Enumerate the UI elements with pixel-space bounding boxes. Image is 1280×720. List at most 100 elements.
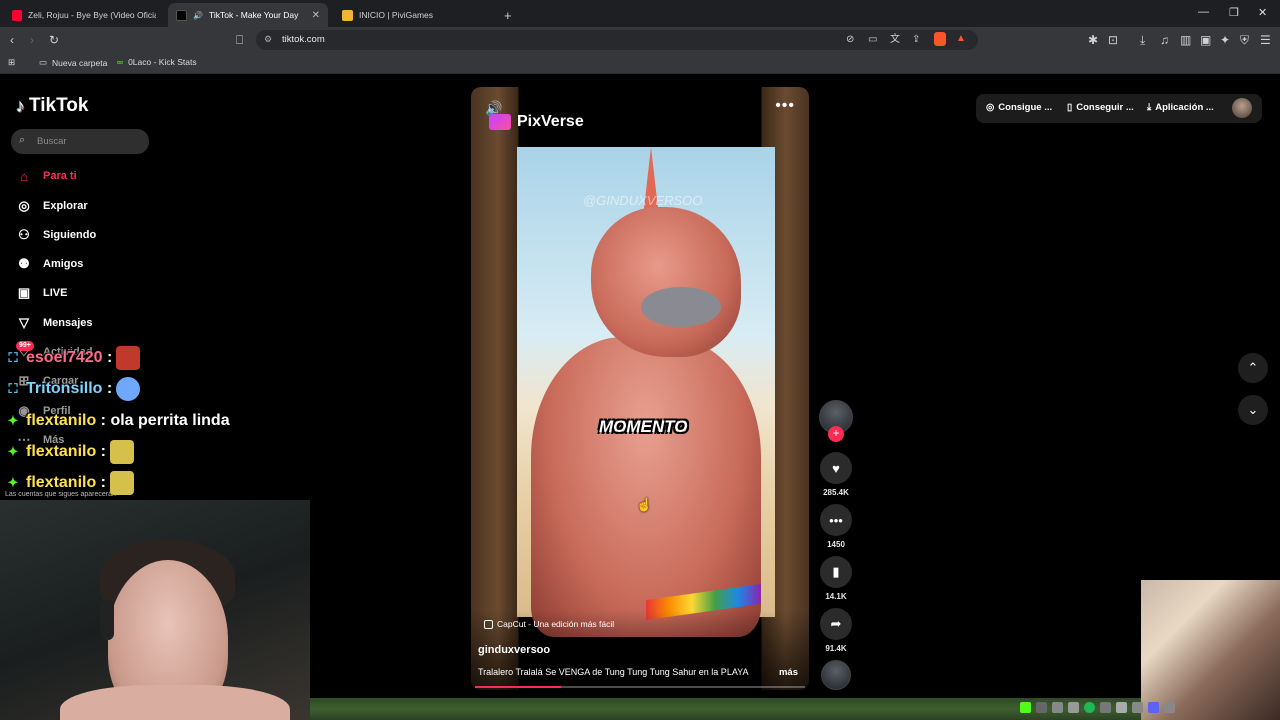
brave-rewards-icon[interactable]: ▲ [956,32,966,46]
get-coins-button[interactable]: ◎ Consigue ... [986,102,1052,113]
kick-tray-icon[interactable] [1020,702,1031,713]
nav-mensajes[interactable]: ▽ Mensajes [15,313,93,333]
hand-cursor-icon: ☝ [636,497,653,512]
tab-search-icon[interactable]: ⊡ [1108,33,1118,47]
chat-message: ⛶ esoel7420 : [4,345,141,371]
nav-amigos[interactable]: ⚉ Amigos [15,254,83,274]
video-progress-bar[interactable] [475,686,805,688]
forward-icon[interactable]: › [30,33,34,47]
minimize-icon[interactable]: — [1198,6,1209,18]
bookmark-kick[interactable]: ∞ 0Laco - Kick Stats [117,57,197,67]
tracking-icon[interactable]: ⊘ [846,33,854,47]
header-button-label: Conseguir ... [1076,102,1134,113]
brave-shields-icon[interactable] [934,32,946,46]
tray-icon[interactable] [1132,702,1143,713]
microphone-icon[interactable] [1116,702,1127,713]
tray-icon[interactable] [1164,702,1175,713]
menu-icon[interactable]: ☰ [1260,33,1271,47]
following-icon: ⚇ [18,227,30,242]
capcut-label: CapCut - Una edición más fácil [497,619,615,629]
nav-label: Siguiendo [43,229,97,241]
apps-icon[interactable]: ⊞ [8,57,15,68]
sound-avatar[interactable] [819,660,853,690]
tab-pivigames[interactable]: INICIO | PiviGames [334,3,494,27]
share-icon[interactable]: ⇪ [912,33,920,47]
previous-video-button[interactable]: ⌃ [1238,353,1268,383]
user-avatar[interactable] [1232,98,1252,118]
nav-label: Para ti [43,170,77,182]
translate-icon[interactable]: 文 [890,33,900,47]
friends-icon: ⚉ [18,256,30,271]
tab-youtube[interactable]: Zeli, Rojuu - Bye Bye (Video Oficial) - [4,3,164,27]
media-icon[interactable]: ♫ [1160,33,1169,47]
bookmark-icon: ▮ [820,556,852,588]
address-bar[interactable]: ⚙ tiktok.com ⊘ ▭ 文 ⇪ ▲ [256,30,978,50]
pc-app-button[interactable]: ⤓ Aplicación ... [1147,102,1214,113]
share-count: 91.4K [825,644,847,653]
sidebar-toggle-icon[interactable]: ▥ [1180,33,1191,47]
tray-icon[interactable] [1100,702,1111,713]
wallet-icon[interactable]: ▣ [1200,33,1211,47]
brand-text: TikTok [29,95,89,116]
close-tab-icon[interactable]: ✕ [312,10,320,21]
leo-icon[interactable]: ✦ [1220,33,1230,47]
speaker-icon: 🔊 [193,10,203,20]
secondary-camera [1141,580,1280,720]
search-input[interactable]: ⌕ Buscar [11,129,149,154]
capcut-icon [484,619,493,629]
discord-icon[interactable] [1148,702,1159,713]
search-placeholder: Buscar [37,136,67,147]
tray-icon[interactable] [1036,702,1047,713]
more-options-icon[interactable]: ••• [775,97,795,115]
nav-explorar[interactable]: ◎ Explorar [15,196,87,216]
nav-live[interactable]: ▣ LIVE [15,283,68,303]
close-window-icon[interactable]: ✕ [1258,6,1267,19]
tiktok-logo[interactable]: ♪ TikTok [16,95,88,117]
share-button[interactable]: ➦ 91.4K [819,608,853,653]
new-tab-button[interactable]: + [496,3,520,27]
nav-para-ti[interactable]: ⌂ Para ti [15,166,77,186]
comment-icon: ••• [820,504,852,536]
cast-icon[interactable]: ▭ [868,33,877,47]
follow-plus-icon[interactable]: + [828,426,844,442]
bookmark-label: Nueva carpeta [52,57,108,68]
site-info-icon[interactable]: ⚙ [264,34,272,45]
like-button[interactable]: ♥ 285.4K [819,452,853,497]
tray-icon[interactable] [1052,702,1063,713]
folder-icon: ▭ [39,57,48,67]
chat-message: ✦ flextanilo : ola perrita linda [4,408,230,434]
bookmark-folder[interactable]: ▭ Nueva carpeta [39,57,107,68]
spotify-icon[interactable] [1084,702,1095,713]
comment-button[interactable]: ••• 1450 [819,504,853,549]
emote-icon [116,346,141,370]
restore-icon[interactable]: ❐ [1229,6,1239,19]
tab-tiktok[interactable]: 🔊 TikTok - Make Your Day ✕ [168,3,328,27]
tray-icon[interactable] [1068,702,1079,713]
reload-icon[interactable]: ↻ [49,33,59,47]
desktop-wallpaper [310,698,1141,720]
chat-badge-icon: ✦ [7,444,19,459]
compass-icon: ◎ [18,198,30,213]
chat-colon: : [96,474,107,491]
progress-fill [475,686,561,688]
creator-watermark: @GINDUXVERSOO [583,193,703,208]
capcut-link[interactable]: CapCut - Una edición más fácil [484,619,614,629]
next-video-button[interactable]: ⌄ [1238,395,1268,425]
nav-siguiendo[interactable]: ⚇ Siguiendo [15,225,96,245]
tiktok-icon [176,9,187,21]
video-author[interactable]: ginduxversoo [478,644,550,656]
get-app-button[interactable]: ▯ Conseguir ... [1067,102,1134,113]
back-icon[interactable]: ‹ [10,33,14,47]
save-button[interactable]: ▮ 14.1K [819,556,853,601]
streamer-webcam [0,500,310,720]
creator-avatar[interactable]: + [819,400,853,442]
bookmark-icon[interactable]: ⎕ [236,33,243,47]
video-player[interactable]: 🔊 ••• PixVerse @GINDUXVERSOO MOMENTO ☝ C… [471,87,809,690]
more-button[interactable]: más [779,667,798,678]
chat-badge-icon: ⛶ [8,381,18,396]
chat-badge-icon: ⛶ [8,350,18,365]
vpn-icon[interactable]: ⛨ [1240,33,1249,47]
extensions-icon[interactable]: ✱ [1088,33,1098,47]
tab-title: Zeli, Rojuu - Bye Bye (Video Oficial) - [28,10,156,20]
downloads-icon[interactable]: ⤓ [1140,33,1145,47]
